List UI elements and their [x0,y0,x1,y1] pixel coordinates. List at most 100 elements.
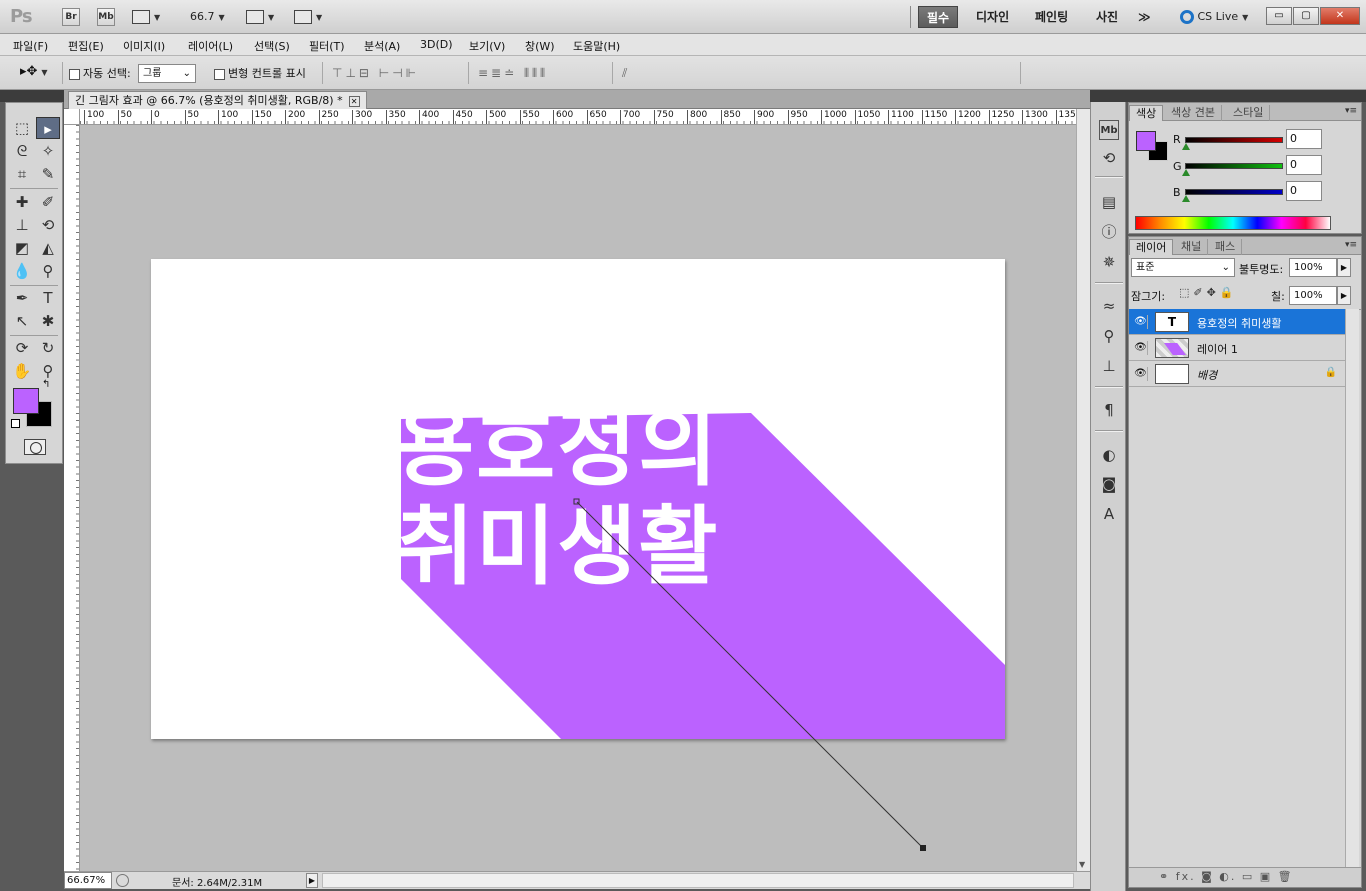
menu-help[interactable]: 도움말(H) [573,38,620,54]
history-icon[interactable]: ⟲ [1099,148,1119,168]
workspace-photography[interactable]: 사진 [1088,6,1126,28]
eye-icon[interactable]: 👁 [1134,341,1148,355]
move-tool[interactable]: ▸ [36,117,60,139]
hand-tool[interactable]: ✋ [10,360,34,382]
color-foreground-swatch[interactable] [1136,131,1156,151]
character-icon[interactable]: A [1099,504,1119,524]
3d-rotate-tool[interactable]: ⟳ [10,337,34,359]
ruler-origin[interactable] [64,109,80,125]
mini-bridge-button[interactable]: Mb [97,8,115,26]
eye-icon[interactable]: 👁 [1134,367,1148,381]
more-workspaces-button[interactable]: ≫ [1130,6,1159,28]
cs-live-button[interactable]: CS Live ▼ [1180,8,1248,26]
dodge-tool[interactable]: ⚲ [36,260,60,282]
channel-r-slider[interactable] [1185,137,1283,143]
menu-3d[interactable]: 3D(D) [420,38,453,51]
channel-r-input[interactable]: 0 [1286,129,1322,149]
tab-layers[interactable]: 레이어 [1129,239,1174,255]
brush-tool[interactable]: ✐ [36,191,60,213]
layer-row-layer1[interactable]: 👁 레이어 1 [1129,335,1345,361]
close-document-icon[interactable]: ✕ [348,95,360,107]
opacity-input[interactable]: 100% [1289,258,1337,277]
vertical-scrollbar[interactable]: ▼ [1076,109,1090,871]
layer-row-background[interactable]: 👁 배경 🔒 [1129,361,1345,387]
info-icon[interactable]: ⓘ [1099,222,1119,242]
lock-icons[interactable]: ⬚✐✥🔒 [1179,286,1238,299]
menu-image[interactable]: 이미지(I) [123,38,165,54]
layer-row-text[interactable]: 👁 T 용호정의 취미생활 [1129,309,1345,335]
menu-edit[interactable]: 편집(E) [68,38,104,54]
masks-icon[interactable]: ◙ [1099,474,1119,494]
align-buttons[interactable]: ⊤⊥⊟ ⊢⊣⊩ [332,66,419,80]
magic-wand-tool[interactable]: ✧ [36,140,60,162]
mini-bridge-icon[interactable]: Mb [1099,120,1119,140]
screen-mode-dropdown[interactable]: ▼ [294,8,322,26]
color-spectrum-ramp[interactable] [1135,216,1331,230]
channel-r-thumb[interactable] [1182,143,1190,150]
paragraph-icon[interactable]: ¶ [1099,400,1119,420]
fill-slider-arrow[interactable]: ▶ [1337,286,1351,305]
pen-tool[interactable]: ✒ [10,287,34,309]
history-brush-tool[interactable]: ⟲ [36,214,60,236]
channel-g-input[interactable]: 0 [1286,155,1322,175]
maximize-button[interactable]: ▢ [1293,7,1319,25]
crop-tool[interactable]: ⌗ [10,163,34,185]
tab-channels[interactable]: 채널 [1175,239,1209,255]
status-info-icon[interactable] [116,874,129,887]
layer-name[interactable]: 용호정의 취미생활 [1197,315,1281,331]
blend-mode-dropdown[interactable]: 표준 ⌄ [1131,258,1235,277]
show-transform-controls-checkbox[interactable]: 변형 컨트롤 표시 [214,65,306,81]
channel-b-slider[interactable] [1185,189,1283,195]
layers-panel-menu-icon[interactable]: ▾≡ [1345,240,1357,250]
channel-b-input[interactable]: 0 [1286,181,1322,201]
tab-styles[interactable]: 스타일 [1227,105,1271,121]
document-tab[interactable]: 긴 그림자 효과 @ 66.7% (용호정의 취미생활, RGB/8) * ✕ [68,91,367,109]
auto-select-target-dropdown[interactable]: 그룹 ⌄ [138,64,196,83]
opacity-slider-arrow[interactable]: ▶ [1337,258,1351,277]
channel-g-slider[interactable] [1185,163,1283,169]
type-tool[interactable]: T [36,287,60,309]
panel-menu-icon[interactable]: ▾≡ [1345,106,1357,116]
menu-select[interactable]: 선택(S) [254,38,290,54]
healing-brush-tool[interactable]: ✚ [10,191,34,213]
tab-paths[interactable]: 패스 [1209,239,1243,255]
eraser-tool[interactable]: ◩ [10,237,34,259]
auto-align-layers-button[interactable]: ⫽ [622,66,630,81]
move-tool-preset-picker[interactable]: ▸✥ ▼ [20,64,48,79]
horizontal-ruler[interactable]: 100 50 0 50 100 150 200 250 300 350 400 450 500 550 60… [80,109,1076,125]
distribute-buttons[interactable]: ≡≣≐ ⫴⫴⫴ [478,66,548,81]
zoom-level-dropdown[interactable]: 66.7 ▼ [190,8,225,26]
workspace-painting[interactable]: 페인팅 [1027,6,1076,28]
zoom-field[interactable]: 66.67% [64,872,112,889]
path-selection-tool[interactable]: ↖ [10,310,34,332]
foreground-color-swatch[interactable] [13,388,39,414]
eyedropper-tool[interactable]: ✎ [36,163,60,185]
tab-color[interactable]: 색상 [1129,105,1164,121]
adjustments-icon[interactable]: ◐ [1099,445,1119,465]
swap-colors-icon[interactable]: ↰ [42,379,50,390]
blur-tool[interactable]: 💧 [10,260,34,282]
menu-layer[interactable]: 레이어(L) [188,38,233,54]
workspace-essentials[interactable]: 필수 [918,6,959,28]
layer-name[interactable]: 레이어 1 [1197,341,1238,357]
clone-source-icon[interactable]: ⊥ [1099,356,1119,376]
menu-file[interactable]: 파일(F) [13,38,48,54]
layer-name[interactable]: 배경 [1197,367,1217,383]
menu-filter[interactable]: 필터(T) [309,38,345,54]
minimize-button[interactable]: ▭ [1266,7,1292,25]
tab-swatches[interactable]: 색상 견본 [1165,105,1222,121]
status-menu-arrow[interactable]: ▶ [306,873,318,888]
paint-bucket-tool[interactable]: ◭ [36,237,60,259]
default-colors-icon[interactable] [11,419,20,428]
lasso-tool[interactable]: ᘓ [10,140,34,162]
navigator-icon[interactable]: ✵ [1099,252,1119,272]
bridge-button[interactable]: Br [62,8,80,26]
brush-presets-icon[interactable]: ≈ [1099,296,1119,316]
layers-scrollbar[interactable] [1345,309,1359,867]
close-button[interactable]: ✕ [1320,7,1360,25]
histogram-icon[interactable]: ▤ [1099,192,1119,212]
menu-analysis[interactable]: 분석(A) [364,38,400,54]
view-extras-dropdown[interactable]: ▼ [132,8,160,26]
clone-stamp-tool[interactable]: ⊥ [10,214,34,236]
3d-orbit-tool[interactable]: ↻ [36,337,60,359]
